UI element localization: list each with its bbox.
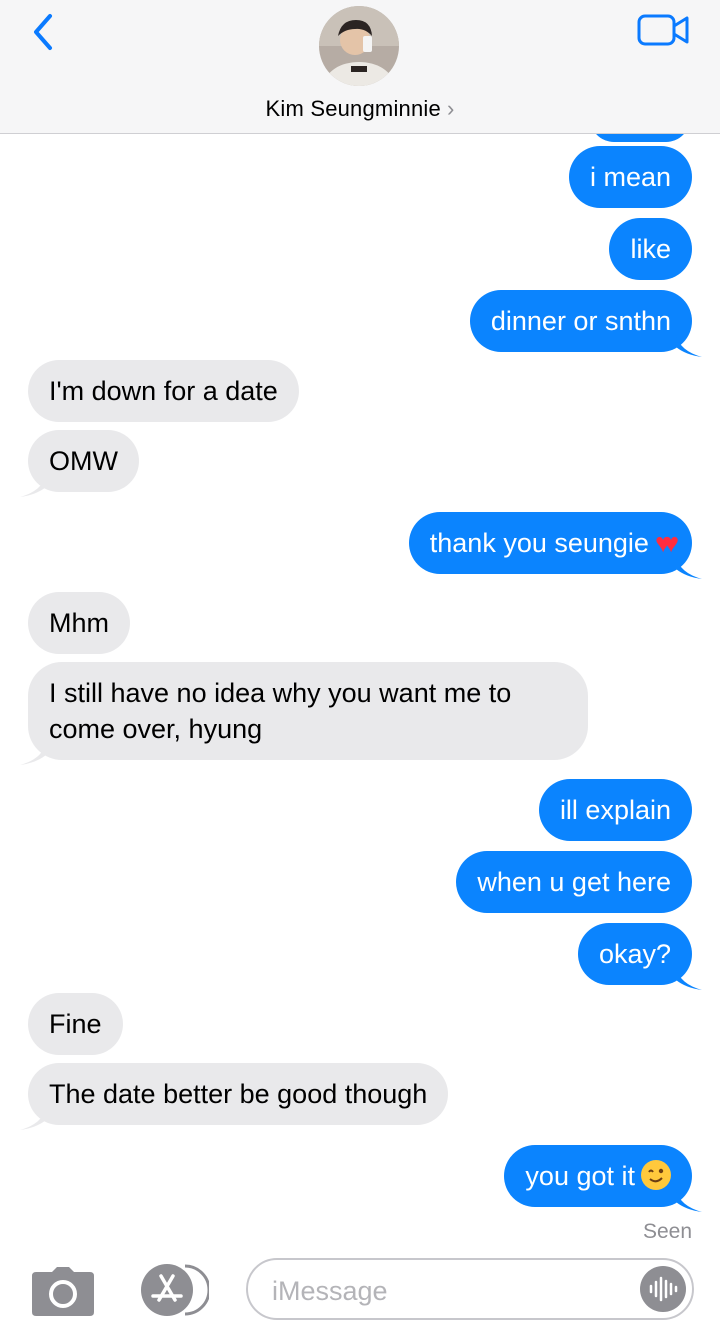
- bubble-tail: [676, 557, 702, 579]
- read-receipt: Seen: [642, 1220, 692, 1243]
- winking-face-emoji-icon: [641, 1160, 671, 1190]
- message-bubble-incoming[interactable]: Mhm: [28, 592, 130, 654]
- compose-bar: [0, 1250, 720, 1332]
- message-text: I still have no idea why you want me to …: [49, 678, 512, 744]
- message-bubble-outgoing[interactable]: i mean: [568, 146, 692, 208]
- contact-name-button[interactable]: Kim Seungminnie ›: [0, 96, 720, 122]
- message-bubble-outgoing[interactable]: like: [609, 218, 692, 280]
- bubble-tail: [676, 335, 702, 357]
- message-text: thank you seungie: [429, 528, 649, 558]
- camera-button[interactable]: [30, 1264, 96, 1320]
- contact-name: Kim Seungminnie: [265, 96, 441, 121]
- message-text: Fine: [49, 1009, 102, 1039]
- bubble-tail: [20, 475, 46, 497]
- message-thread[interactable]: i mean like dinner or snthn I'm down for…: [0, 134, 720, 1248]
- conversation-header: Kim Seungminnie ›: [0, 0, 720, 134]
- video-camera-icon: [637, 14, 689, 46]
- audio-message-button[interactable]: [640, 1266, 686, 1312]
- message-bubble-incoming[interactable]: I'm down for a date: [28, 360, 299, 422]
- bubble-tail: [676, 1190, 702, 1212]
- audio-waveform-icon: [649, 1276, 678, 1302]
- message-bubble-outgoing[interactable]: thank you seungie ♥♥: [408, 512, 692, 574]
- bubble-tail: [20, 743, 46, 765]
- message-bubble-partial: [590, 134, 690, 142]
- message-bubble-incoming[interactable]: I still have no idea why you want me to …: [28, 662, 588, 760]
- message-text: OMW: [49, 446, 118, 476]
- back-button[interactable]: [26, 10, 66, 54]
- message-bubble-outgoing[interactable]: when u get here: [456, 851, 692, 913]
- facetime-video-button[interactable]: [636, 12, 692, 48]
- message-text: okay?: [598, 939, 671, 969]
- message-bubble-outgoing[interactable]: ill explain: [538, 779, 692, 841]
- message-bubble-outgoing[interactable]: you got it: [504, 1145, 692, 1207]
- message-bubble-outgoing[interactable]: dinner or snthn: [469, 290, 692, 352]
- message-text: dinner or snthn: [490, 306, 671, 336]
- message-text: I'm down for a date: [49, 376, 278, 406]
- message-text: i mean: [589, 162, 671, 192]
- bubble-tail: [676, 968, 702, 990]
- message-text: The date better be good though: [49, 1079, 428, 1109]
- app-store-icon: [141, 1264, 211, 1316]
- bubble-tail: [20, 1108, 46, 1130]
- camera-icon: [32, 1267, 94, 1316]
- contact-avatar[interactable]: [319, 6, 399, 86]
- message-text: ill explain: [559, 795, 671, 825]
- message-input[interactable]: [270, 1270, 624, 1312]
- app-store-button[interactable]: [133, 1262, 211, 1318]
- message-text: like: [630, 234, 671, 264]
- heart-emoji-icon: ♥♥: [654, 528, 679, 558]
- message-input-field[interactable]: [246, 1258, 694, 1320]
- chevron-right-icon: ›: [446, 96, 455, 121]
- message-text: when u get here: [477, 867, 671, 897]
- message-text: you got it: [525, 1161, 635, 1191]
- message-bubble-outgoing[interactable]: okay?: [577, 923, 692, 985]
- message-bubble-incoming[interactable]: The date better be good though: [28, 1063, 449, 1125]
- chevron-left-icon: [34, 14, 52, 50]
- message-bubble-incoming[interactable]: Fine: [28, 993, 123, 1055]
- message-text: Mhm: [49, 608, 109, 638]
